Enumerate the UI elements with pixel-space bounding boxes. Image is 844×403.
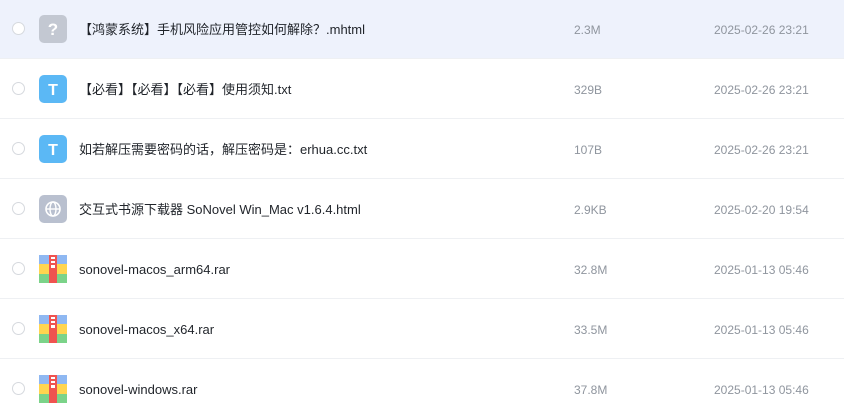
text-file-icon: T — [39, 135, 67, 163]
file-modified-date: 2025-01-13 05:46 — [714, 323, 809, 337]
file-size: 2.3M — [574, 23, 601, 37]
file-name[interactable]: sonovel-macos_x64.rar — [79, 321, 214, 339]
svg-text:T: T — [48, 142, 58, 159]
file-name[interactable]: 如若解压需要密码的话，解压密码是：erhua.cc.txt — [79, 141, 367, 159]
row-checkbox[interactable] — [12, 22, 25, 35]
file-modified-date: 2025-02-20 19:54 — [714, 203, 809, 217]
file-modified-date: 2025-02-26 23:21 — [714, 23, 809, 37]
file-name[interactable]: 【必看】【必看】【必看】使用须知.txt — [79, 81, 291, 99]
file-row[interactable]: T 如若解压需要密码的话，解压密码是：erhua.cc.txt 107B 202… — [0, 120, 844, 179]
row-checkbox[interactable] — [12, 262, 25, 275]
file-name[interactable]: sonovel-macos_arm64.rar — [79, 261, 230, 279]
unknown-file-icon: ? — [39, 15, 67, 43]
archive-file-icon — [39, 315, 67, 343]
file-row[interactable]: sonovel-macos_arm64.rar 32.8M 2025-01-13… — [0, 240, 844, 299]
file-size: 107B — [574, 143, 603, 157]
file-name[interactable]: 交互式书源下载器 SoNovel Win_Mac v1.6.4.html — [79, 201, 361, 219]
row-checkbox[interactable] — [12, 142, 25, 155]
file-modified-date: 2025-01-13 05:46 — [714, 383, 809, 397]
file-size: 2.9KB — [574, 203, 607, 217]
file-row[interactable]: T 【必看】【必看】【必看】使用须知.txt 329B 2025-02-26 2… — [0, 60, 844, 119]
svg-text:T: T — [48, 82, 58, 99]
svg-text:?: ? — [48, 20, 58, 39]
file-row[interactable]: 交互式书源下载器 SoNovel Win_Mac v1.6.4.html 2.9… — [0, 180, 844, 239]
file-list: ? 【鸿蒙系统】手机风险应用管控如何解除？.mhtml 2.3M 2025-02… — [0, 0, 844, 403]
text-file-icon: T — [39, 75, 67, 103]
web-file-icon — [39, 195, 67, 223]
file-modified-date: 2025-02-26 23:21 — [714, 83, 809, 97]
row-checkbox[interactable] — [12, 382, 25, 395]
file-modified-date: 2025-01-13 05:46 — [714, 263, 809, 277]
archive-file-icon — [39, 255, 67, 283]
file-modified-date: 2025-02-26 23:21 — [714, 143, 809, 157]
archive-file-icon — [39, 375, 67, 403]
file-size: 37.8M — [574, 383, 608, 397]
file-row[interactable]: sonovel-macos_x64.rar 33.5M 2025-01-13 0… — [0, 300, 844, 359]
file-size: 33.5M — [574, 323, 608, 337]
file-name[interactable]: 【鸿蒙系统】手机风险应用管控如何解除？.mhtml — [79, 21, 365, 39]
file-row[interactable]: sonovel-windows.rar 37.8M 2025-01-13 05:… — [0, 360, 844, 403]
file-size: 329B — [574, 83, 603, 97]
row-checkbox[interactable] — [12, 322, 25, 335]
file-size: 32.8M — [574, 263, 608, 277]
row-checkbox[interactable] — [12, 82, 25, 95]
row-checkbox[interactable] — [12, 202, 25, 215]
file-name[interactable]: sonovel-windows.rar — [79, 381, 198, 399]
file-row[interactable]: ? 【鸿蒙系统】手机风险应用管控如何解除？.mhtml 2.3M 2025-02… — [0, 0, 844, 59]
